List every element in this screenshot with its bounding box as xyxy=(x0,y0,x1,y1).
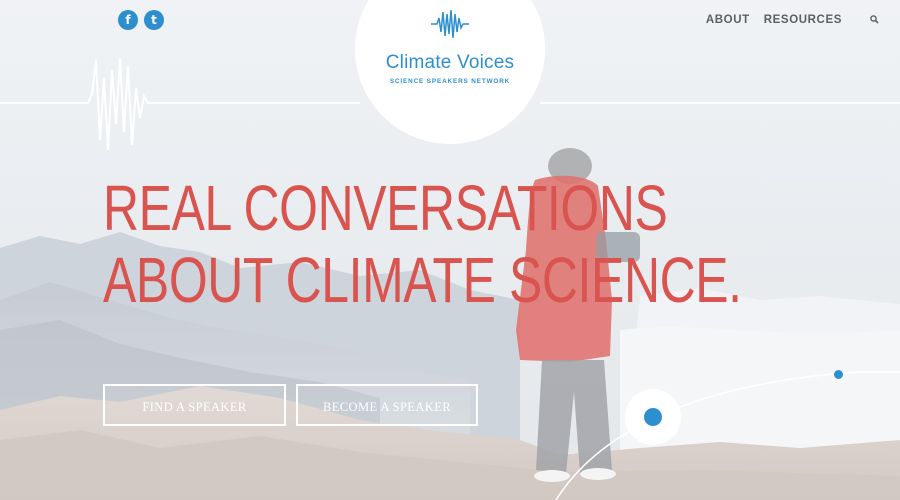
find-speaker-button[interactable]: FIND A SPEAKER xyxy=(103,384,286,426)
search-icon[interactable] xyxy=(868,13,882,27)
soundwave-logo-icon xyxy=(431,9,469,39)
nav-resources[interactable]: RESOURCES xyxy=(764,14,842,26)
facebook-icon[interactable]: f xyxy=(118,10,138,30)
scroll-down-button[interactable] xyxy=(625,389,681,445)
top-nav: ABOUT RESOURCES xyxy=(706,13,882,27)
logo-title: Climate Voices xyxy=(385,52,515,73)
headline-line-2: ABOUT CLIMATE SCIENCE. xyxy=(103,244,742,316)
hero-headline: REAL CONVERSATIONS ABOUT CLIMATE SCIENCE… xyxy=(103,172,742,316)
twitter-icon[interactable]: t xyxy=(144,10,164,30)
orbit-marker-dot xyxy=(834,370,843,379)
logo-subtitle: SCIENCE SPEAKERS NETWORK xyxy=(389,78,511,85)
headline-line-1: REAL CONVERSATIONS xyxy=(103,172,668,244)
scroll-indicator-dot xyxy=(644,408,662,426)
hero: f t ABOUT RESOURCES Climate Voices SCIEN… xyxy=(0,0,900,500)
social-links: f t xyxy=(118,10,164,30)
nav-about[interactable]: ABOUT xyxy=(706,14,750,26)
become-speaker-button[interactable]: BECOME A SPEAKER xyxy=(296,384,478,426)
